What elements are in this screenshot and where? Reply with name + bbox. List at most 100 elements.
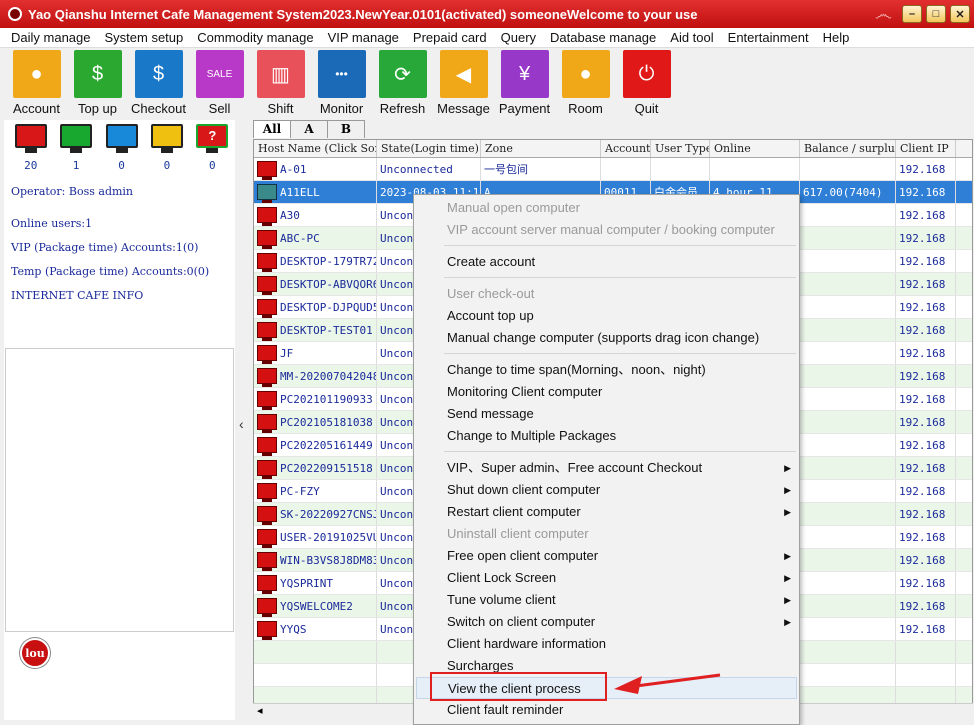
toolbar-button[interactable]: ◀ Message (433, 48, 494, 120)
table-cell-ip: 192.168 (896, 411, 956, 433)
menu-bar: Daily manage System setup Commodity manage… (0, 28, 974, 48)
person-icon: ● (561, 50, 610, 98)
table-cell-ip: 192.168 (896, 227, 956, 249)
computer-icon (257, 299, 277, 318)
column-header[interactable]: Online (710, 140, 800, 157)
menu-item-label: Change to Multiple Packages (447, 428, 617, 443)
minimize-button[interactable]: – (902, 5, 922, 23)
table-cell-zone: 一号包间 (481, 158, 601, 180)
menu-item-free-open-client-computer[interactable]: Free open client computer ▶ (414, 545, 799, 567)
toolbar-button[interactable]: ● Account (6, 48, 67, 120)
collapse-arrow-icon[interactable]: ‹ (239, 416, 244, 432)
toolbar-label: Message (437, 101, 490, 116)
menu-item-client-fault-reminder[interactable]: Client fault reminder (414, 699, 799, 721)
menu-separator (444, 245, 796, 246)
table-cell-host: ABC-PC (254, 227, 377, 249)
menu-item-label: Free open client computer (447, 548, 599, 563)
toolbar-button[interactable]: $ Checkout (128, 48, 189, 120)
toolbar-button[interactable]: ⏻ Quit (616, 48, 677, 120)
status-monitor[interactable]: 1 (53, 124, 98, 172)
menu-item-monitoring-client-computer[interactable]: Monitoring Client computer (414, 381, 799, 403)
menu-item-vip-super-admin-free-account-checkout[interactable]: VIP、Super admin、Free account Checkout ▶ (414, 457, 799, 479)
panel-splitter[interactable]: ‹ (235, 120, 252, 720)
toolbar-button[interactable]: ¥ Payment (494, 48, 555, 120)
column-header[interactable]: User Type (651, 140, 710, 157)
table-cell-host: JF (254, 342, 377, 364)
column-header[interactable]: Zone (481, 140, 601, 157)
menu-item-shut-down-client-computer[interactable]: Shut down client computer ▶ (414, 479, 799, 501)
host-name: USER-20191025VU (280, 530, 377, 544)
menu-item-label: Manual open computer (447, 200, 580, 215)
toolbar-label: Sell (208, 101, 231, 116)
menu-item[interactable]: Prepaid card (406, 30, 494, 45)
toolbar-button[interactable]: ▥ Shift (250, 48, 311, 120)
status-count: 1 (72, 159, 80, 172)
column-header[interactable]: Host Name (Click Sort) (254, 140, 377, 157)
maximize-button[interactable]: □ (926, 5, 946, 23)
menu-item-label: VIP account server manual computer / boo… (447, 222, 775, 237)
menu-item-restart-client-computer[interactable]: Restart client computer ▶ (414, 501, 799, 523)
column-header[interactable]: Client IP (896, 140, 956, 157)
chat-bubble-icon: ••• (317, 50, 366, 98)
menu-item[interactable]: Help (816, 30, 857, 45)
menu-separator (444, 353, 796, 354)
menu-item-switch-on-client-computer[interactable]: Switch on client computer ▶ (414, 611, 799, 633)
column-header[interactable]: Balance / surplus (800, 140, 896, 157)
column-header[interactable]: Account (601, 140, 651, 157)
status-monitor[interactable]: 20 (8, 124, 53, 172)
menu-item-label: Client hardware information (447, 636, 606, 651)
column-header[interactable]: State(Login time) (377, 140, 481, 157)
table-cell-host: PC-FZY (254, 480, 377, 502)
notice-box (5, 348, 234, 632)
host-name: JF (280, 346, 294, 360)
menu-item[interactable]: Database manage (543, 30, 663, 45)
menu-item-create-account[interactable]: Create account (414, 251, 799, 273)
toolbar-button[interactable]: ⟳ Refresh (372, 48, 433, 120)
table-cell-ip: 192.168 (896, 158, 956, 180)
table-cell-balance (800, 296, 896, 318)
host-name: DESKTOP-ABVQOR6 (280, 277, 377, 291)
menu-item-change-to-multiple-packages[interactable]: Change to Multiple Packages (414, 425, 799, 447)
tab-a[interactable]: A (290, 120, 328, 138)
status-monitor[interactable]: 0 (144, 124, 189, 172)
menu-item-client-lock-screen[interactable]: Client Lock Screen ▶ (414, 567, 799, 589)
cloud-ornament-icon: ෴ (874, 3, 892, 24)
toolbar-button[interactable]: $ Top up (67, 48, 128, 120)
menu-item-manual-open-computer: Manual open computer (414, 197, 799, 219)
menu-item[interactable]: Aid tool (663, 30, 720, 45)
toolbar-label: Top up (77, 101, 118, 116)
menu-separator (444, 277, 796, 278)
computer-icon (257, 506, 277, 525)
menu-item-send-message[interactable]: Send message (414, 403, 799, 425)
lou-logo: lou (20, 638, 50, 668)
status-monitor[interactable]: ? 0 (190, 124, 235, 172)
menu-item[interactable]: Entertainment (721, 30, 816, 45)
menu-item-tune-volume-client[interactable]: Tune volume client ▶ (414, 589, 799, 611)
close-button[interactable]: ✕ (950, 5, 970, 23)
menu-item[interactable]: Commodity manage (190, 30, 320, 45)
menu-item[interactable]: System setup (98, 30, 191, 45)
status-count: 0 (209, 159, 216, 172)
table-row[interactable]: A-01 Unconnected 一号包间 192.168 (254, 158, 972, 181)
menu-item[interactable]: Query (494, 30, 543, 45)
tab-b[interactable]: B (327, 120, 365, 138)
menu-separator (444, 451, 796, 452)
menu-item-manual-change-computer-supports-drag-icon-change[interactable]: Manual change computer (supports drag ic… (414, 327, 799, 349)
monitor-stand (206, 148, 219, 153)
scroll-left-icon[interactable]: ◂ (257, 704, 263, 717)
computer-icon (257, 368, 277, 387)
menu-item-client-hardware-information[interactable]: Client hardware information (414, 633, 799, 655)
toolbar-button[interactable]: ● Room (555, 48, 616, 120)
host-name: A30 (280, 208, 300, 222)
toolbar-button[interactable]: SALE Sell (189, 48, 250, 120)
tab-all[interactable]: All (253, 120, 291, 138)
menu-item[interactable]: Daily manage (4, 30, 98, 45)
menu-item-change-to-time-span-morning-noon-night[interactable]: Change to time span(Morning、noon、night) (414, 359, 799, 381)
table-cell-ip: 192.168 (896, 250, 956, 272)
operator-label: Operator: Boss admin (11, 185, 134, 198)
window-title: Yao Qianshu Internet Cafe Management Sys… (28, 6, 698, 22)
toolbar-button[interactable]: ••• Monitor (311, 48, 372, 120)
menu-item-account-top-up[interactable]: Account top up (414, 305, 799, 327)
status-monitor[interactable]: 0 (99, 124, 144, 172)
menu-item[interactable]: VIP manage (321, 30, 406, 45)
